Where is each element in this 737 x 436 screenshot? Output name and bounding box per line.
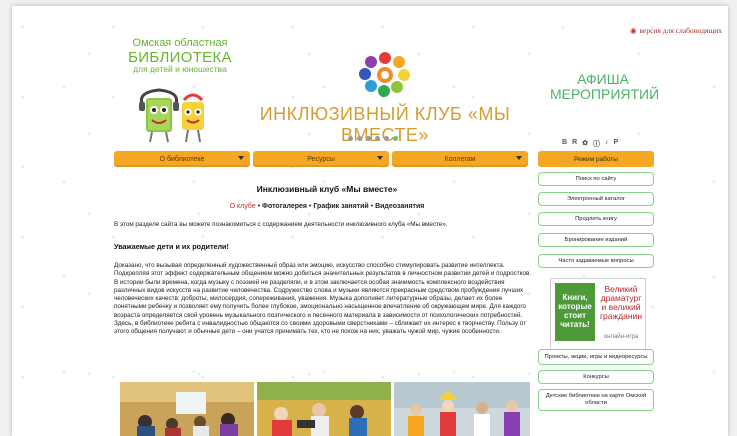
chevron-down-icon — [238, 156, 244, 160]
menu-label: Ресурсы — [307, 155, 335, 163]
nav-video-lessons[interactable]: Видеозанятия — [375, 203, 424, 210]
club-photo[interactable] — [257, 382, 391, 436]
library-name-line2: БИБЛИОТЕКА — [128, 48, 232, 66]
menu-colleagues[interactable]: Коллегам — [392, 151, 528, 167]
ok-icon[interactable]: ✿ — [582, 139, 588, 149]
pinterest-icon[interactable]: P — [614, 139, 619, 149]
slider-dot[interactable] — [348, 136, 353, 141]
slider-dots[interactable] — [348, 136, 398, 141]
site-search-button[interactable]: Поиск по сайту — [538, 172, 654, 186]
paragraph: В истории были времена, когда музыку с п… — [114, 278, 527, 319]
book-mascots-illustration — [139, 88, 204, 143]
afisha-line2: МЕРОПРИЯТИЙ — [550, 86, 660, 103]
book-reservation-button[interactable]: Бронирование изданий — [538, 233, 654, 247]
chevron-down-icon — [516, 156, 522, 160]
low-vision-link[interactable]: ◉ версия для слабовидящих — [630, 26, 722, 35]
library-name-line1: Омская областная — [132, 37, 228, 49]
working-hours-button[interactable]: Режим работы — [538, 151, 654, 167]
club-photo[interactable] — [394, 382, 530, 436]
article-text: Доказано, что вызывая определенный худож… — [114, 262, 532, 337]
library-name-line3: для детей и юношества — [133, 64, 227, 75]
social-links: В R ✿ Ⓘ ♪ P — [562, 139, 618, 149]
menu-label: О библиотеке — [159, 155, 205, 163]
instagram-icon[interactable]: Ⓘ — [593, 139, 600, 149]
slider-dot[interactable] — [375, 136, 380, 141]
events-poster-link[interactable]: АФИША МЕРОПРИЯТИЙ — [550, 71, 660, 103]
renew-book-button[interactable]: Продлить книгу — [538, 212, 654, 226]
tiktok-icon[interactable]: ♪ — [605, 139, 609, 149]
slider-dot[interactable] — [357, 136, 362, 141]
e-catalog-button[interactable]: Электронный каталог — [538, 192, 654, 206]
vk-icon[interactable]: В — [562, 139, 567, 149]
books-worth-reading-banner[interactable]: Книги, которые стоит читать! Великий дра… — [550, 278, 646, 350]
banner-right-text: Великий драматург и великий гражданин — [599, 284, 643, 321]
paragraph: Здесь, в библиотеке ребята с инвалидност… — [114, 320, 526, 336]
faq-button[interactable]: Часто задаваемые вопросы — [538, 254, 654, 268]
page-title: Инклюзивный клуб «Мы вместе» — [256, 184, 398, 194]
club-photo[interactable] — [120, 382, 254, 436]
section-nav: О клубе • Фотогалерея • График занятий •… — [229, 203, 425, 210]
banner-book-text: Книги, которые стоит читать! — [555, 283, 595, 341]
address-heading: Уважаемые дети и их родители! — [114, 242, 229, 251]
libraries-map-button[interactable]: Детские библиотеки на карте Омской облас… — [538, 389, 654, 411]
banner-online-label: онлайн-игра — [603, 334, 639, 340]
paragraph: Доказано, что вызывая определенный худож… — [114, 262, 532, 278]
slider-dot[interactable] — [384, 136, 389, 141]
library-logo[interactable]: Омская областная БИБЛИОТЕКА для детей и … — [125, 37, 235, 75]
intro-text: В этом разделе сайта вы можете познакоми… — [114, 221, 448, 228]
nav-photo-gallery[interactable]: Фотогалерея — [262, 203, 307, 210]
page: ◉ версия для слабовидящих Омская областна… — [12, 6, 728, 436]
menu-about-library[interactable]: О библиотеке — [114, 151, 250, 167]
contests-button[interactable]: Конкурсы — [538, 370, 654, 384]
nav-about-club[interactable]: О клубе — [230, 203, 256, 210]
rutube-icon[interactable]: R — [572, 139, 577, 149]
club-logo-icon — [359, 52, 410, 97]
slider-dot[interactable] — [393, 136, 398, 141]
eye-icon: ◉ — [630, 26, 637, 35]
chevron-down-icon — [377, 156, 383, 160]
slider-dot[interactable] — [366, 136, 371, 141]
projects-button[interactable]: Проекты, акции, игры и видеоресурсы — [538, 349, 654, 365]
nav-schedule[interactable]: График занятий — [313, 203, 368, 210]
menu-resources[interactable]: Ресурсы — [253, 151, 389, 167]
menu-label: Коллегам — [444, 155, 476, 163]
